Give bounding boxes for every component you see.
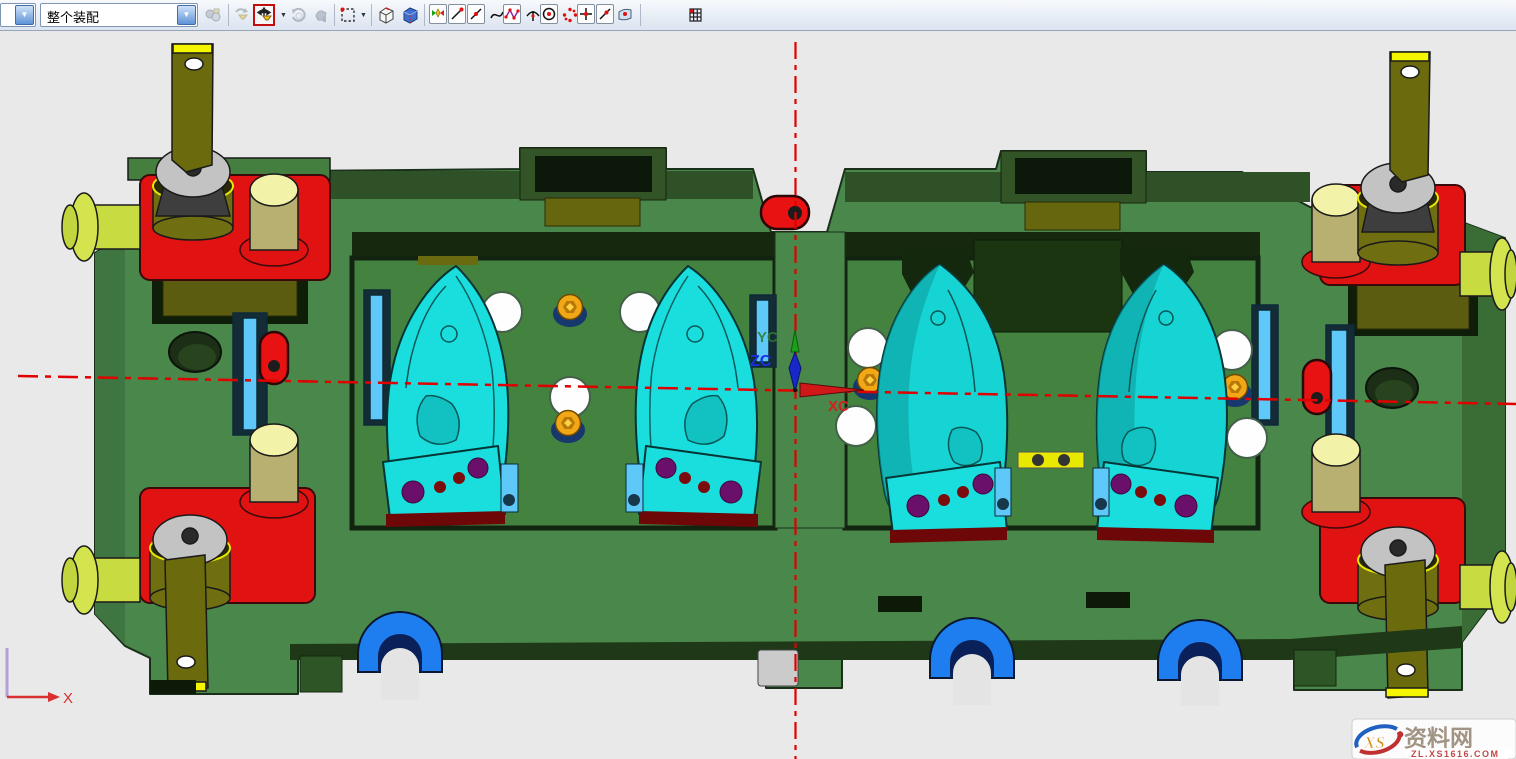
chevron-down-icon[interactable]: ▼ — [280, 12, 287, 19]
intersection-snap-icon[interactable] — [503, 4, 521, 24]
view-combo[interactable]: ▼ — [0, 3, 36, 27]
wcs-xc-label: XC — [828, 398, 849, 415]
chevron-down-icon[interactable]: ▼ — [15, 5, 34, 25]
rectangle-select-icon[interactable] — [337, 4, 359, 26]
chevron-down-icon[interactable]: ▼ — [177, 5, 196, 25]
point-on-curve-snap-icon[interactable] — [596, 4, 614, 24]
section-cube-icon[interactable] — [399, 4, 421, 26]
chevron-down-icon[interactable]: ▼ — [360, 12, 367, 19]
move-component-icon[interactable] — [231, 4, 253, 26]
axis-triad: X — [7, 648, 73, 707]
watermark-site-name: 资料网 — [1404, 725, 1473, 751]
die-assembly-model[interactable]: YC ZC XC X XS 资料网 — [0, 31, 1516, 759]
circle-center-snap-icon[interactable] — [540, 4, 558, 24]
watermark-logo-text: XS — [1363, 733, 1385, 752]
lifting-bracket — [1385, 560, 1428, 698]
endpoint-snap-icon[interactable] — [448, 4, 466, 24]
yellow-locator-plate — [1018, 452, 1084, 468]
assembly-hand-icon[interactable] — [310, 4, 332, 26]
point-on-face-snap-icon[interactable] — [614, 4, 636, 26]
midpoint-snap-icon[interactable] — [467, 4, 485, 24]
u-slot — [930, 618, 1014, 705]
drag-component-icon[interactable] — [253, 4, 275, 26]
rotate-component-icon[interactable] — [288, 4, 310, 26]
lifting-bracket — [165, 555, 208, 692]
snap-point-toggle-icon[interactable] — [429, 4, 447, 24]
wcs-yc-label: YC — [757, 329, 778, 346]
axis-x-label: X — [63, 690, 73, 707]
u-slot — [1158, 620, 1242, 706]
existing-point-snap-icon[interactable] — [577, 4, 595, 24]
main-toolbar: ▼ 整个装配 ▼ ▼ ▼ — [0, 0, 1516, 31]
cad-application-window: ▼ 整个装配 ▼ ▼ ▼ — [0, 0, 1516, 759]
wcs-zc-label: ZC — [750, 353, 772, 370]
u-slot — [358, 612, 442, 700]
toolbar-separator — [371, 4, 372, 26]
graphics-window[interactable]: YC ZC XC X XS 资料网 — [0, 31, 1516, 759]
grid-icon[interactable] — [684, 4, 706, 26]
watermark: XS 资料网 ZL.XS1616.COM — [1352, 719, 1516, 759]
toolbar-separator — [228, 4, 229, 26]
gears-icon[interactable] — [202, 4, 224, 26]
toolbar-separator — [334, 4, 335, 26]
shaded-cube-icon[interactable] — [375, 4, 397, 26]
toolbar-separator — [640, 4, 641, 26]
watermark-site-url: ZL.XS1616.COM — [1411, 749, 1500, 759]
toolbar-separator — [424, 4, 425, 26]
assembly-filter-combo[interactable]: 整个装配 ▼ — [40, 3, 198, 27]
assembly-filter-value: 整个装配 — [47, 7, 99, 26]
